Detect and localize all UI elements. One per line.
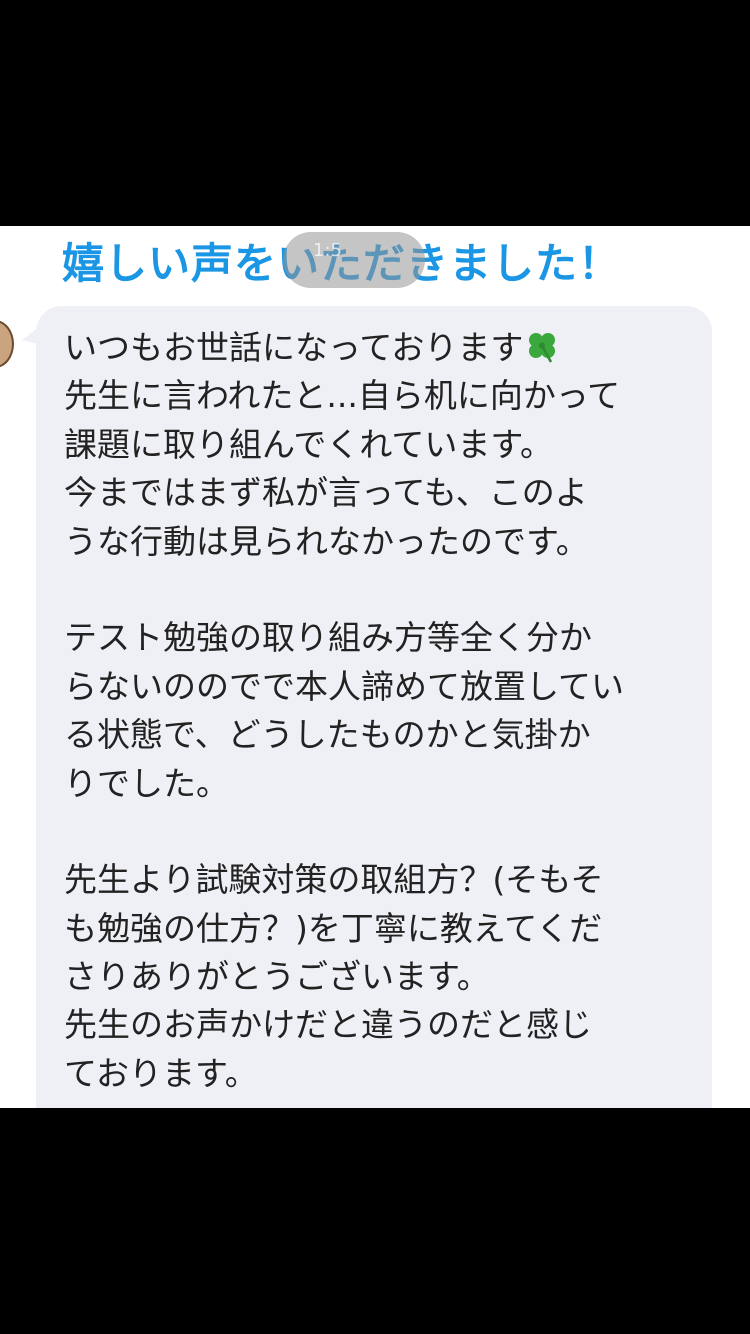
message-line: 先生のお声かけだと違うのだと感じ bbox=[64, 1005, 592, 1045]
message-line: 課題に取り組んでくれています。 bbox=[64, 424, 554, 464]
screenshot-content: 嬉しい声をいただきました！ 1:5 いつもお世話になっております 先生に言われた… bbox=[0, 226, 750, 1108]
message-line: さりありがとうございます。 bbox=[64, 957, 490, 997]
bottom-black-bar bbox=[0, 1108, 750, 1334]
overlay-pill: 1:5 bbox=[283, 232, 425, 288]
message-line: 先生に言われたと...自ら机に向かって bbox=[64, 376, 621, 416]
message-line: いつもお世話になっております bbox=[64, 324, 694, 372]
message-line: 今まではまず私が言っても、このよ bbox=[64, 473, 588, 513]
message-text: いつもお世話になっております 先生に言われたと...自ら机に向かって 課題に取り… bbox=[64, 324, 694, 1098]
message-line: も勉強の仕方？)を丁寧に教えてくだ bbox=[64, 908, 603, 948]
top-black-bar bbox=[0, 0, 750, 226]
message-line: テスト勉強の取り組み方等全く分か bbox=[64, 618, 592, 658]
message-line: らないののでで本人諦めて放置してい bbox=[64, 666, 625, 706]
clover-icon bbox=[525, 328, 559, 363]
message-line: ております。 bbox=[64, 1053, 258, 1093]
message-line: る状態で、どうしたものかと気掛か bbox=[64, 715, 591, 755]
message-line: うな行動は見られなかったのです。 bbox=[64, 521, 589, 561]
message-line: 先生より試験対策の取組方？(そもそ bbox=[64, 860, 604, 900]
overlay-text: 1:5 bbox=[313, 240, 342, 261]
avatar[interactable] bbox=[0, 320, 14, 368]
message-line: りでした。 bbox=[64, 763, 229, 803]
